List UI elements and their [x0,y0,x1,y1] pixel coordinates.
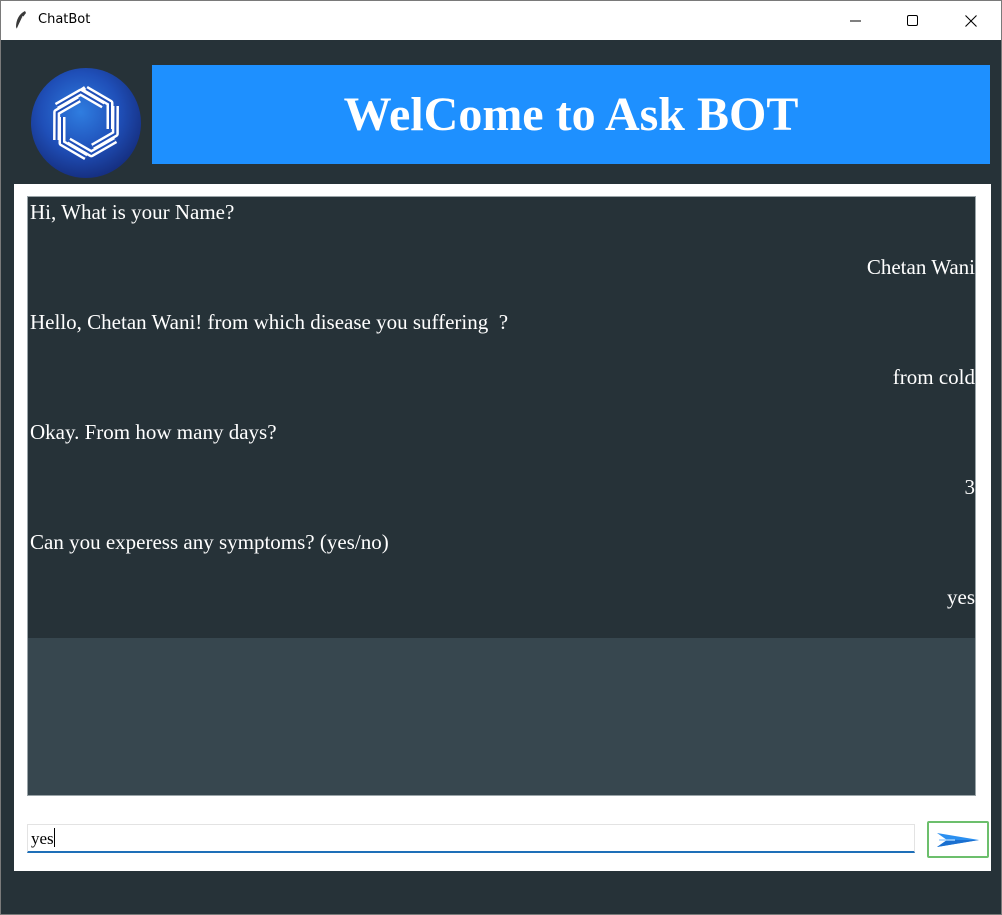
user-message: yes [947,585,975,609]
user-message: 3 [964,475,976,499]
window-title: ChatBot [38,12,91,27]
chatbot-window: ChatBot WelCome to Ask BOT Hi, What is y… [0,0,1002,915]
feather-icon [13,10,29,30]
send-button[interactable] [927,821,989,858]
minimize-button[interactable] [827,1,885,40]
user-message: from cold [892,365,975,389]
bot-message: Can you experess any symptoms? (yes/no) [30,530,389,554]
chat-history[interactable]: Hi, What is your Name? Chetan Wani Hello… [27,196,976,796]
bot-message: Okay. From how many days? [30,420,277,444]
user-message: Chetan Wani [866,255,975,279]
message-input[interactable]: yes [27,824,915,853]
message-input-value: yes [31,828,55,850]
send-arrow-icon [937,833,979,847]
close-button[interactable] [942,1,1000,40]
openai-logo-icon [30,67,142,179]
message-list: Hi, What is your Name? Chetan Wani Hello… [28,197,975,638]
main-panel: Hi, What is your Name? Chetan Wani Hello… [14,184,991,871]
text-caret [53,828,55,847]
message-input-text: yes [31,829,54,848]
minimize-icon [850,20,861,22]
close-icon [965,15,977,27]
title-bar[interactable]: ChatBot [1,1,1001,40]
page-title: WelCome to Ask BOT [343,88,799,141]
maximize-button[interactable] [884,1,942,40]
bot-message: Hello, Chetan Wani! from which disease y… [30,310,509,334]
maximize-icon [907,15,918,26]
bot-message: Hi, What is your Name? [30,200,235,224]
header-banner: WelCome to Ask BOT [152,65,990,164]
